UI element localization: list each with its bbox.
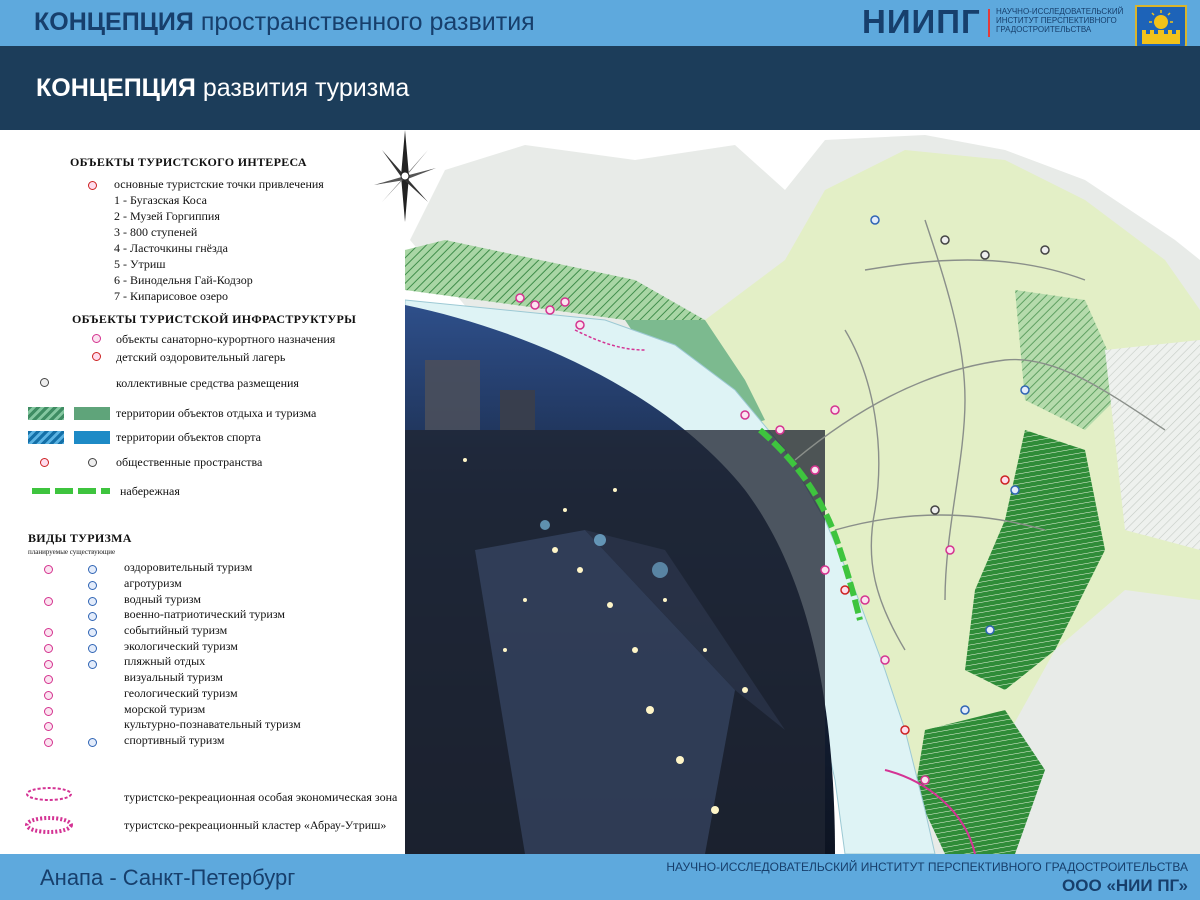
health-tourism-icon (44, 565, 53, 574)
legend-interest-item: 5 - Утриш (114, 257, 166, 271)
health-tourism-existing-icon (88, 565, 97, 574)
accommodation-icon (40, 378, 49, 387)
legend-infra-item: территории объектов спорта (116, 430, 261, 444)
sez-zone-swatch (26, 787, 72, 801)
legend-interest-item: 3 - 800 ступеней (114, 225, 198, 239)
legend-tourism-item: военно-патриотический туризм (124, 607, 285, 621)
agrotourism-icon (88, 581, 97, 590)
legend-infra-item: коллективные средства размещения (116, 376, 299, 390)
beach-icon (44, 660, 53, 669)
top-header: КОНЦЕПЦИЯ пространственного развития НИИ… (0, 0, 1200, 68)
legend-tourism-item: культурно-познавательный туризм (124, 717, 301, 731)
eco-tourism-icon (44, 644, 53, 653)
sport-territory-planned-swatch (28, 431, 64, 444)
legend-infra-item: набережная (120, 484, 180, 498)
legend-infra-item: территории объектов отдыха и туризма (116, 406, 317, 420)
section-title-bold: КОНЦЕПЦИЯ (36, 74, 196, 102)
geology-tourism-icon (44, 691, 53, 700)
legend-tourism-item: водный туризм (124, 592, 201, 606)
attraction-point-icon (88, 181, 97, 190)
page-title: КОНЦЕПЦИЯ пространственного развития (34, 8, 535, 37)
legend-interest-item: 2 - Музей Горгиппия (114, 209, 220, 223)
culture-tourism-icon (44, 722, 53, 731)
recreation-territory-planned-swatch (28, 407, 64, 420)
sea-tourism-icon (44, 707, 53, 716)
beach-existing-icon (88, 660, 97, 669)
legend-heading-infra: ОБЪЕКТЫ ТУРИСТСКОЙ ИНФРАСТРУКТУРЫ (72, 312, 357, 326)
legend-tourism-item: оздоровительный туризм (124, 560, 253, 574)
legend-heading-tourism: ВИДЫ ТУРИЗМА (28, 531, 132, 545)
legend-infra-item: объекты санаторно-курортного назначения (116, 332, 336, 346)
water-tourism-existing-icon (88, 597, 97, 606)
legend-infra-item: детский оздоровительный лагерь (116, 350, 286, 364)
section-title-rest: развития туризма (195, 74, 410, 102)
public-space-existing-icon (88, 458, 97, 467)
page-title-rest: пространственного развития (193, 8, 535, 36)
section-title: КОНЦЕПЦИЯ развития туризма (36, 74, 409, 103)
recreation-territory-existing-swatch (74, 407, 110, 420)
eco-tourism-existing-icon (88, 644, 97, 653)
cluster-swatch (25, 816, 73, 834)
embankment-swatch (32, 488, 110, 494)
children-camp-icon (92, 352, 101, 361)
military-tourism-icon (88, 612, 97, 621)
sport-territory-existing-swatch (74, 431, 110, 444)
legend-tourism-item: спортивный туризм (124, 733, 225, 747)
sport-tourism-existing-icon (88, 738, 97, 747)
visual-tourism-icon (44, 675, 53, 684)
sanatorium-icon (92, 334, 101, 343)
legend-interest-item: 4 - Ласточкины гнёзда (114, 241, 228, 255)
map-legend: ОБЪЕКТЫ ТУРИСТСКОГО ИНТЕРЕСА основные ту… (0, 130, 405, 854)
event-tourism-icon (44, 628, 53, 637)
legend-tourism-item: морской туризм (124, 702, 206, 716)
footer-org: ООО «НИИ ПГ» (1062, 876, 1188, 895)
legend-tourism-subheading: планируемые существующие (28, 548, 116, 556)
event-tourism-existing-icon (88, 628, 97, 637)
compass-rose-icon (374, 130, 436, 222)
legend-heading-interest: ОБЪЕКТЫ ТУРИСТСКОГО ИНТЕРЕСА (70, 155, 307, 169)
legend-interest-item: 6 - Винодельня Гай-Кодзор (114, 273, 253, 287)
legend-tourism-item: экологический туризм (124, 639, 238, 653)
logo-subtitle: НАУЧНО-ИССЛЕДОВАТЕЛЬСКИЙ ИНСТИТУТ ПЕРСПЕ… (996, 7, 1124, 34)
footer-institute: НАУЧНО-ИССЛЕДОВАТЕЛЬСКИЙ ИНСТИТУТ ПЕРСПЕ… (666, 860, 1188, 874)
section-header: КОНЦЕПЦИЯ развития туризма (0, 46, 1200, 130)
tourism-map[interactable] (405, 130, 1200, 854)
legend-zone-item: туристско-рекреационная особая экономиче… (124, 790, 398, 804)
page-title-bold: КОНЦЕПЦИЯ (34, 8, 194, 36)
legend-interest-item: 1 - Бугазская Коса (114, 193, 207, 207)
footer-city: Анапа - Санкт-Петербург (40, 865, 296, 890)
public-space-planned-icon (40, 458, 49, 467)
legend-tourism-item: агротуризм (124, 576, 182, 590)
footer-bar: Анапа - Санкт-Петербург НАУЧНО-ИССЛЕДОВА… (0, 854, 1200, 900)
legend-tourism-item: геологический туризм (124, 686, 238, 700)
legend-infra-item: общественные пространства (116, 455, 263, 469)
logo-separator (988, 9, 990, 37)
map-canvas (405, 130, 1200, 854)
legend-tourism-item: визуальный туризм (124, 670, 223, 684)
legend-zone-item: туристско-рекреационный кластер «Абрау-У… (124, 818, 387, 832)
legend-interest-item: 7 - Кипарисовое озеро (114, 289, 229, 303)
legend-tourism-item: пляжный отдых (124, 654, 206, 668)
legend-tourism-item: событийный туризм (124, 623, 228, 637)
niipg-logo: НИИПГ (862, 3, 981, 40)
water-tourism-icon (44, 597, 53, 606)
sport-tourism-icon (44, 738, 53, 747)
legend-main-points: основные туристские точки привлечения (114, 177, 324, 191)
